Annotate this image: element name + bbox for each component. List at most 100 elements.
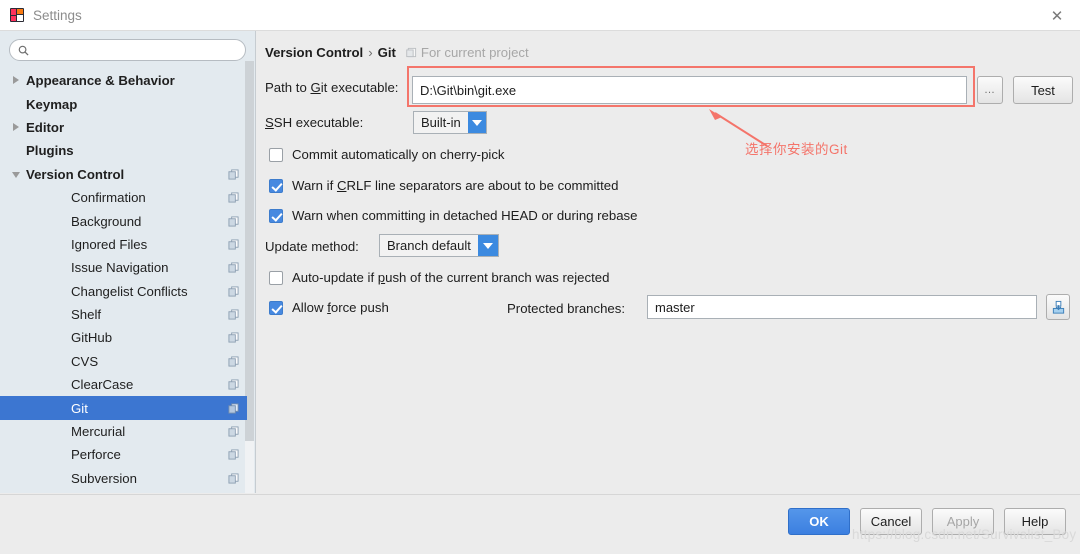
git-settings-panel: Version Control › Git For current projec… — [257, 31, 1080, 493]
sidebar-item-version-control[interactable]: Version Control — [0, 163, 247, 186]
chevron-down-icon[interactable] — [467, 112, 486, 133]
help-button[interactable]: Help — [1004, 508, 1066, 535]
git-path-test-button[interactable]: Test — [1013, 76, 1073, 104]
copy-settings-icon — [228, 286, 239, 297]
sidebar-item-ignored-files[interactable]: Ignored Files — [0, 233, 247, 256]
sidebar-item-label: Editor — [26, 119, 65, 135]
sidebar-item-shelf[interactable]: Shelf — [0, 303, 247, 326]
sidebar-item-background[interactable]: Background — [0, 209, 247, 232]
breadcrumb: Version Control › Git For current projec… — [265, 45, 529, 60]
ok-button[interactable]: OK — [788, 508, 850, 535]
breadcrumb-separator: › — [368, 45, 373, 60]
search-box[interactable] — [9, 39, 246, 61]
force-push-checkbox-row[interactable]: Allow force push — [269, 300, 389, 315]
expand-field-glyph — [1052, 300, 1064, 314]
copy-settings-icon — [228, 426, 239, 437]
chevron-right-icon[interactable] — [12, 76, 21, 85]
sidebar-item-label: Mercurial — [71, 424, 126, 440]
detached-head-checkbox-row[interactable]: Warn when committing in detached HEAD or… — [269, 208, 637, 223]
git-path-row: Path to Git executable: — [265, 80, 398, 95]
git-path-input[interactable] — [412, 76, 967, 104]
copy-settings-icon — [228, 192, 239, 203]
copy-settings-icon — [228, 215, 239, 227]
ssh-executable-select[interactable]: Built-in — [413, 111, 487, 134]
footer-buttons: OK Cancel Apply Help — [788, 508, 1066, 535]
sidebar-item-label: Shelf — [71, 307, 102, 323]
close-icon[interactable]: ✕ — [1034, 0, 1080, 31]
sidebar-item-cvs[interactable]: CVS — [0, 350, 247, 373]
cherry-pick-checkbox-row[interactable]: Commit automatically on cherry-pick — [269, 147, 505, 162]
cancel-button[interactable]: Cancel — [860, 508, 922, 535]
copy-settings-icon — [228, 403, 239, 414]
copy-settings-icon — [228, 356, 239, 367]
cherry-pick-label: Commit automatically on cherry-pick — [292, 147, 505, 162]
git-path-browse-button[interactable]: … — [977, 76, 1003, 104]
breadcrumb-scope-label: For current project — [420, 45, 529, 60]
sidebar-item-plugins[interactable]: Plugins — [0, 139, 247, 162]
sidebar-item-keymap[interactable]: Keymap — [0, 92, 247, 115]
copy-settings-icon — [228, 169, 239, 180]
sidebar-item-appearance-behavior[interactable]: Appearance & Behavior — [0, 69, 247, 92]
annotation-text: 选择你安装的Git — [745, 142, 848, 157]
crlf-warning-label: Warn if CRLF line separators are about t… — [292, 178, 619, 193]
search-icon — [18, 45, 29, 56]
intellij-idea-icon — [10, 8, 24, 22]
detached-head-label: Warn when committing in detached HEAD or… — [292, 208, 638, 223]
copy-settings-icon — [228, 309, 239, 320]
sidebar-item-label: Issue Navigation — [71, 260, 169, 276]
ssh-executable-row: SSH executable: — [265, 115, 363, 130]
protected-branches-label: Protected branches: — [507, 301, 626, 316]
sidebar-item-subversion[interactable]: Subversion — [0, 467, 247, 490]
sidebar-item-git[interactable]: Git — [0, 396, 247, 420]
apply-button: Apply — [932, 508, 994, 535]
sidebar-item-issue-navigation[interactable]: Issue Navigation — [0, 256, 247, 279]
sidebar-item-perforce[interactable]: Perforce — [0, 443, 247, 466]
settings-sidebar: Appearance & Behavior Keymap Editor Plugins… — [0, 31, 256, 493]
breadcrumb-parent: Version Control — [265, 45, 364, 60]
force-push-checkbox[interactable] — [269, 300, 283, 315]
project-scope-icon — [406, 47, 417, 58]
chevron-right-icon[interactable] — [12, 122, 21, 132]
update-method-label: Update method: — [265, 239, 359, 254]
sidebar-item-label: Subversion — [71, 470, 137, 486]
sidebar-item-label: Ignored Files — [71, 236, 148, 252]
sidebar-item-github[interactable]: GitHub — [0, 326, 247, 349]
update-method-select[interactable]: Branch default — [379, 234, 499, 257]
expand-field-icon[interactable] — [1046, 294, 1070, 320]
settings-dialog: Settings ✕ Appearance & Behavior Keymap Ed… — [0, 0, 1080, 554]
protected-branches-input[interactable] — [647, 295, 1037, 319]
ssh-executable-value: Built-in — [421, 115, 461, 130]
sidebar-item-label: Keymap — [26, 96, 78, 112]
update-method-value: Branch default — [387, 238, 471, 253]
sidebar-item-editor[interactable]: Editor — [0, 116, 247, 139]
sidebar-item-label: CVS — [71, 353, 99, 369]
chevron-down-icon[interactable] — [477, 235, 498, 256]
sidebar-item-label: Git — [71, 400, 88, 416]
auto-update-label: Auto-update if push of the current branc… — [292, 270, 610, 285]
ssh-executable-label: SSH executable: — [265, 115, 364, 130]
git-path-label: Path to Git executable: — [265, 80, 399, 95]
sidebar-item-label: Background — [71, 213, 142, 229]
sidebar-item-clearcase[interactable]: ClearCase — [0, 373, 247, 396]
chevron-down-icon[interactable] — [12, 170, 21, 179]
sidebar-item-mercurial[interactable]: Mercurial — [0, 420, 247, 443]
sidebar-item-confirmation[interactable]: Confirmation — [0, 186, 247, 209]
copy-settings-icon — [228, 449, 239, 460]
sidebar-item-changelist-conflicts[interactable]: Changelist Conflicts — [0, 280, 247, 303]
sidebar-item-label: Changelist Conflicts — [71, 283, 188, 299]
window-title: Settings — [33, 7, 82, 23]
dialog-footer: OK Cancel Apply Help — [0, 494, 1080, 554]
cherry-pick-checkbox[interactable] — [269, 147, 283, 162]
sidebar-item-label: Appearance & Behavior — [26, 73, 175, 89]
sidebar-item-label: GitHub — [71, 330, 113, 346]
auto-update-checkbox-row[interactable]: Auto-update if push of the current branc… — [269, 270, 609, 285]
crlf-warning-checkbox[interactable] — [269, 178, 283, 193]
sidebar-item-label: Perforce — [71, 447, 121, 463]
sidebar-item-label: Version Control — [26, 166, 125, 182]
detached-head-checkbox[interactable] — [269, 208, 283, 223]
search-input[interactable] — [29, 41, 245, 59]
crlf-warning-checkbox-row[interactable]: Warn if CRLF line separators are about t… — [269, 178, 618, 193]
copy-settings-icon — [228, 239, 239, 250]
auto-update-checkbox[interactable] — [269, 270, 283, 285]
title-bar: Settings ✕ — [0, 0, 1080, 31]
